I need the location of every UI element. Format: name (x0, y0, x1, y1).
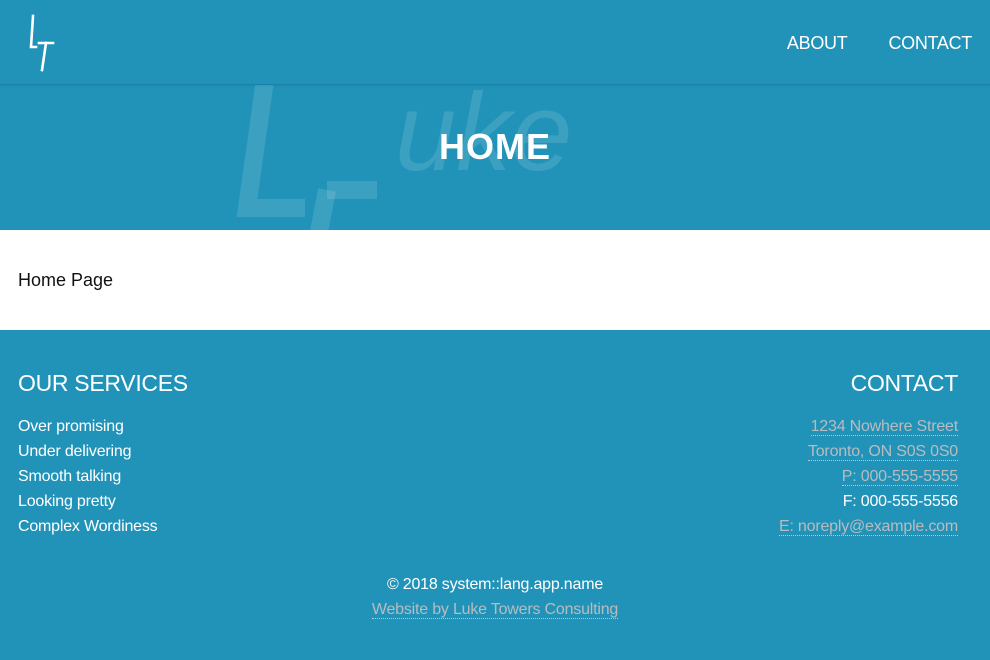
service-item: Under delivering (18, 443, 132, 460)
main-nav: ABOUT CONTACT (787, 33, 972, 53)
service-item: Complex Wordiness (18, 518, 158, 535)
footer-bottom: © 2018 system::lang.app.name Website by … (0, 572, 990, 622)
lt-monogram-icon (29, 14, 55, 72)
service-item: Looking pretty (18, 493, 116, 510)
street-address-link[interactable]: 1234 Nowhere Street (810, 418, 958, 436)
main-content: Home Page (0, 230, 990, 330)
nav-link-contact[interactable]: CONTACT (888, 33, 972, 53)
contact-heading: CONTACT (850, 370, 959, 396)
phone-link[interactable]: P: 000-555-5555 (841, 468, 958, 486)
credit-line: Website by Luke Towers Consulting (0, 597, 990, 622)
contact-fax-item: F: 000-555-5556 (779, 489, 959, 514)
page-title: HOME (439, 126, 551, 167)
contact-list: 1234 Nowhere Street Toronto, ON S0S 0S0 … (778, 414, 959, 539)
contact-phone-item: P: 000-555-5555 (779, 464, 958, 489)
home-logo-link[interactable] (26, 14, 56, 72)
site-header: ABOUT CONTACT (0, 0, 990, 85)
fax-number: F: 000-555-5556 (842, 493, 959, 510)
city-address-link[interactable]: Toronto, ON S0S 0S0 (807, 443, 958, 461)
contact-email-item: E: noreply@example.com (778, 514, 958, 539)
contact-city-item: Toronto, ON S0S 0S0 (779, 439, 958, 464)
contact-street-item: 1234 Nowhere Street (779, 414, 958, 439)
services-section: OUR SERVICES Over promising Under delive… (18, 370, 188, 539)
nav-link-about[interactable]: ABOUT (787, 33, 848, 53)
service-item: Over promising (18, 418, 124, 435)
copyright-text: © 2018 system::lang.app.name (386, 576, 604, 593)
credit-link[interactable]: Website by Luke Towers Consulting (371, 601, 618, 619)
site-footer: OUR SERVICES Over promising Under delive… (0, 330, 990, 660)
services-list: Over promising Under delivering Smooth t… (18, 414, 188, 539)
contact-section: CONTACT 1234 Nowhere Street Toronto, ON … (778, 370, 959, 539)
page-body-text: Home Page (18, 270, 114, 290)
service-item: Smooth talking (18, 468, 122, 485)
email-link[interactable]: E: noreply@example.com (778, 518, 958, 536)
services-heading: OUR SERVICES (18, 370, 188, 396)
page-hero: uke HOME (0, 85, 990, 230)
